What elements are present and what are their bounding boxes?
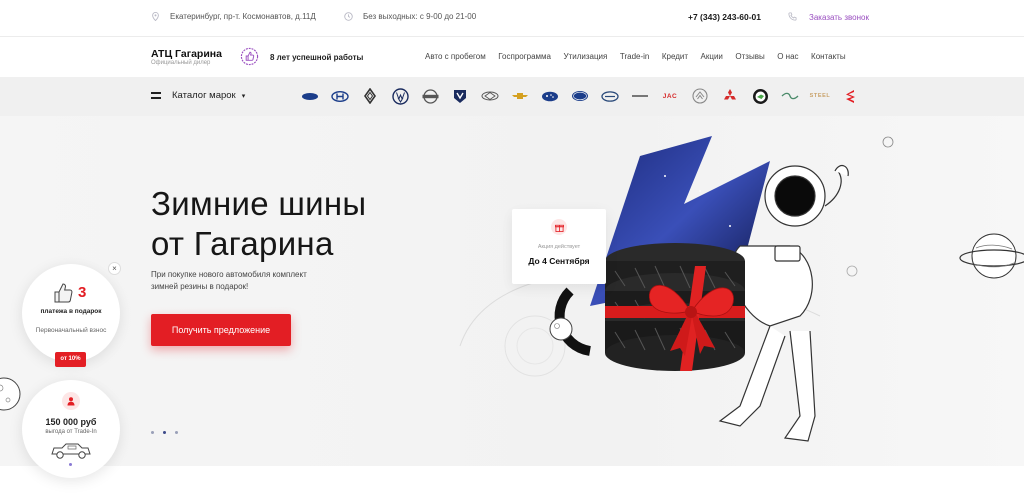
trade-in-amount: 150 000 руб [45, 417, 97, 427]
address-text: Екатеринбург, пр-т. Космонавтов, д.11Д [170, 12, 316, 21]
promo-deadline-card: Акция действует До 4 Сентября [512, 209, 606, 284]
subaru-icon[interactable] [540, 87, 560, 105]
geely-icon[interactable] [600, 87, 620, 105]
slider-dot-active[interactable] [163, 431, 166, 434]
years-of-work-text: 8 лет успешной работы [270, 53, 364, 62]
close-widget-button[interactable]: × [108, 262, 121, 275]
nav-credit[interactable]: Кредит [662, 52, 688, 61]
nav-contacts[interactable]: Контакты [811, 52, 846, 61]
clock-icon [344, 12, 353, 21]
phone-icon [788, 12, 797, 23]
nav-promotions[interactable]: Акции [701, 52, 723, 61]
jac-text: JAC [662, 92, 678, 100]
callback-button[interactable]: Заказать звонок [788, 12, 869, 23]
jac-icon[interactable]: JAC [660, 87, 680, 105]
chery-icon[interactable] [480, 87, 500, 105]
suzuki-icon[interactable] [840, 87, 860, 105]
down-payment-badge: от 10% [55, 352, 86, 367]
hero-title: Зимние шины от Гагарина [151, 184, 366, 264]
nav-about[interactable]: О нас [777, 52, 798, 61]
mitsubishi-icon[interactable] [720, 87, 740, 105]
hero-slider: Зимние шины от Гагарина При покупке ново… [0, 116, 1024, 466]
hero-title-line1: Зимние шины [151, 185, 367, 222]
lifan-icon[interactable] [690, 87, 710, 105]
promo-valid-label: Акция действует [537, 244, 581, 250]
brand-logo-list: JAC STEEL [300, 87, 870, 105]
nav-reviews[interactable]: Отзывы [735, 52, 764, 61]
hero-subtitle: При покупке нового автомобиля комплект з… [151, 270, 307, 291]
get-offer-button[interactable]: Получить предложение [151, 314, 291, 346]
trade-in-widget[interactable]: 150 000 руб выгода от Trade-In [22, 380, 120, 478]
steel-icon[interactable]: STEEL [810, 87, 830, 105]
nissan-icon[interactable] [420, 87, 440, 105]
nav-gov-program[interactable]: Госпрограмма [498, 52, 551, 61]
nav-used-cars[interactable]: Авто с пробегом [425, 52, 486, 61]
trade-in-benefit-label: выгода от Trade-In [45, 429, 97, 435]
hours-item: Без выходных: с 9-00 до 21-00 [344, 12, 476, 21]
great-wall-icon[interactable] [780, 87, 800, 105]
slider-dot[interactable] [175, 431, 178, 434]
logo-title[interactable]: АТЦ Гагарина [151, 48, 222, 60]
main-header: АТЦ Гагарина Официальный дилер 8 лет усп… [0, 38, 1024, 76]
location-pin-icon [151, 12, 160, 21]
planet-icon [0, 377, 21, 411]
payments-count: 3 [78, 284, 87, 301]
steel-text: STEEL [809, 93, 831, 99]
main-nav: Авто с пробегом Госпрограмма Утилизация … [425, 52, 846, 61]
award-badge-icon [240, 47, 259, 66]
nav-recycling[interactable]: Утилизация [564, 52, 608, 61]
chevron-down-icon: ▾ [241, 92, 246, 100]
volkswagen-icon[interactable] [390, 87, 410, 105]
gift-icon [551, 219, 567, 235]
tire-stack [605, 243, 745, 371]
retro-car-icon [50, 442, 92, 465]
brand-catalog-dropdown[interactable]: Каталог марок ▾ [151, 90, 245, 101]
ford-icon[interactable] [570, 87, 590, 105]
hyundai-icon[interactable] [330, 87, 350, 105]
haval-icon[interactable] [630, 87, 650, 105]
callback-link[interactable]: Заказать звонок [809, 13, 869, 22]
logo-subtitle: Официальный дилер [151, 60, 211, 66]
nav-trade-in[interactable]: Trade-in [620, 52, 650, 61]
phone-link[interactable]: +7 (343) 243-60-01 [688, 12, 761, 22]
widget-indicator-dot [69, 463, 72, 466]
thumbs-up-icon [52, 282, 74, 309]
installment-widget[interactable]: × 3 платежа в подарок Первоначальный взн… [22, 262, 121, 362]
slider-dots [151, 431, 178, 434]
promo-date: До 4 Сентября [528, 256, 590, 266]
trade-in-user-icon [62, 392, 80, 410]
brand-catalog-label: Каталог марок [172, 90, 236, 101]
hero-title-line2: от Гагарина [151, 225, 334, 262]
chevrolet-icon[interactable] [510, 87, 530, 105]
hyundai-like-icon[interactable] [300, 87, 320, 105]
hours-text: Без выходных: с 9-00 до 21-00 [363, 12, 477, 21]
down-payment-label: Первоначальный взнос [35, 327, 107, 334]
skoda-icon[interactable] [750, 87, 770, 105]
slider-dot[interactable] [151, 431, 154, 434]
changan-icon[interactable] [450, 87, 470, 105]
top-info-bar: Екатеринбург, пр-т. Космонавтов, д.11Д Б… [0, 0, 1024, 37]
astronaut-tires-illustration [459, 136, 1024, 442]
brands-bar: Каталог марок ▾ JAC STEEL [0, 77, 1024, 116]
payments-gift-label: платежа в подарок [40, 308, 102, 315]
address-item: Екатеринбург, пр-т. Космонавтов, д.11Д [151, 12, 316, 21]
menu-burger-icon [151, 92, 161, 99]
renault-icon[interactable] [360, 87, 380, 105]
